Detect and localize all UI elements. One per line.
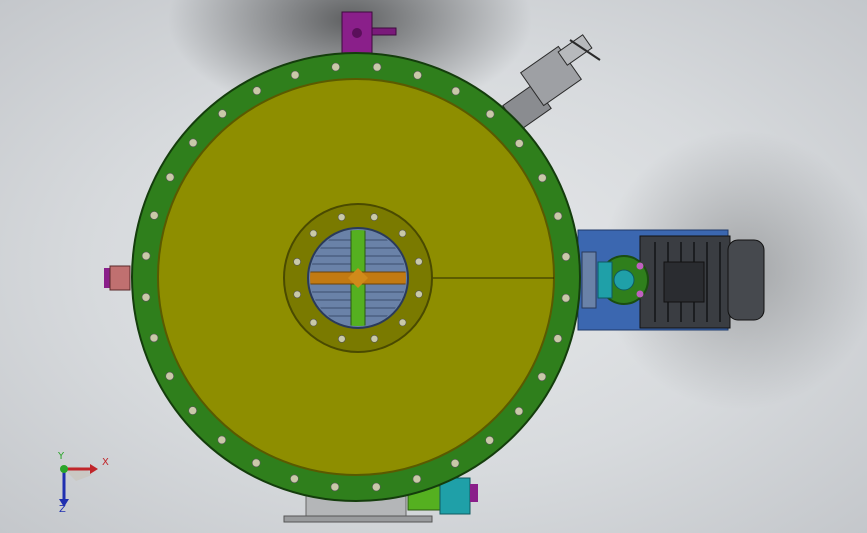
z-axis-label: Z xyxy=(59,504,66,515)
x-axis-label: X xyxy=(102,457,109,468)
bolt-hole xyxy=(415,290,423,299)
bolt-hole xyxy=(370,213,379,221)
pressure-gauge-valve[interactable] xyxy=(502,34,601,131)
bolt-hole xyxy=(290,70,300,80)
bolt-hole xyxy=(149,333,159,343)
bolt-hole xyxy=(251,458,261,468)
bolt-hole xyxy=(398,229,407,238)
bolt-hole xyxy=(370,334,379,343)
bolt-hole xyxy=(337,335,346,343)
bolt-hole xyxy=(537,173,547,183)
y-axis-label: Y xyxy=(58,451,65,462)
bolt-hole xyxy=(141,292,151,302)
graphics-viewport[interactable]: X Y Z xyxy=(0,0,867,533)
bolt-hole xyxy=(188,138,198,148)
bolt-hole xyxy=(553,211,563,221)
bolt-hole xyxy=(398,318,407,327)
bolt-hole xyxy=(141,251,151,261)
bolt-hole xyxy=(561,252,571,262)
bolt-hole xyxy=(165,371,174,381)
coordinate-triad: X Y Z xyxy=(46,451,116,515)
bolt-hole xyxy=(293,257,301,266)
top-ball-valve[interactable] xyxy=(341,11,397,55)
left-side-fitting[interactable] xyxy=(104,265,131,291)
bolt-hole xyxy=(217,435,227,445)
bolt-hole xyxy=(485,109,495,119)
bolt-hole xyxy=(149,211,159,220)
bolt-hole xyxy=(309,229,318,238)
bolt-hole xyxy=(309,318,318,327)
bolt-hole xyxy=(252,86,262,95)
bolt-hole xyxy=(188,406,197,415)
bolt-hole xyxy=(553,334,563,343)
bolt-hole xyxy=(414,257,423,266)
bolt-hole xyxy=(537,372,547,382)
drive-motor-assembly[interactable] xyxy=(577,229,765,331)
bolt-hole xyxy=(485,435,494,445)
bolt-hole xyxy=(337,213,346,221)
bolt-hole xyxy=(330,482,340,492)
inlet-port-rotor[interactable] xyxy=(307,227,409,329)
y-axis-dot xyxy=(60,465,68,473)
rotary-valve-model[interactable] xyxy=(0,0,867,533)
bolt-hole xyxy=(218,109,227,118)
bolt-hole xyxy=(561,293,571,303)
bolt-hole xyxy=(413,70,422,80)
bolt-hole xyxy=(451,86,461,96)
bolt-hole xyxy=(450,458,460,468)
bolt-hole xyxy=(331,62,341,72)
bolt-hole xyxy=(290,474,299,484)
bolt-hole xyxy=(514,139,524,148)
bolt-hole xyxy=(293,290,302,299)
bolt-hole xyxy=(372,62,382,72)
bolt-hole xyxy=(412,474,422,484)
bolt-hole xyxy=(371,482,381,492)
bolt-hole xyxy=(165,172,175,182)
bolt-hole xyxy=(514,406,524,416)
